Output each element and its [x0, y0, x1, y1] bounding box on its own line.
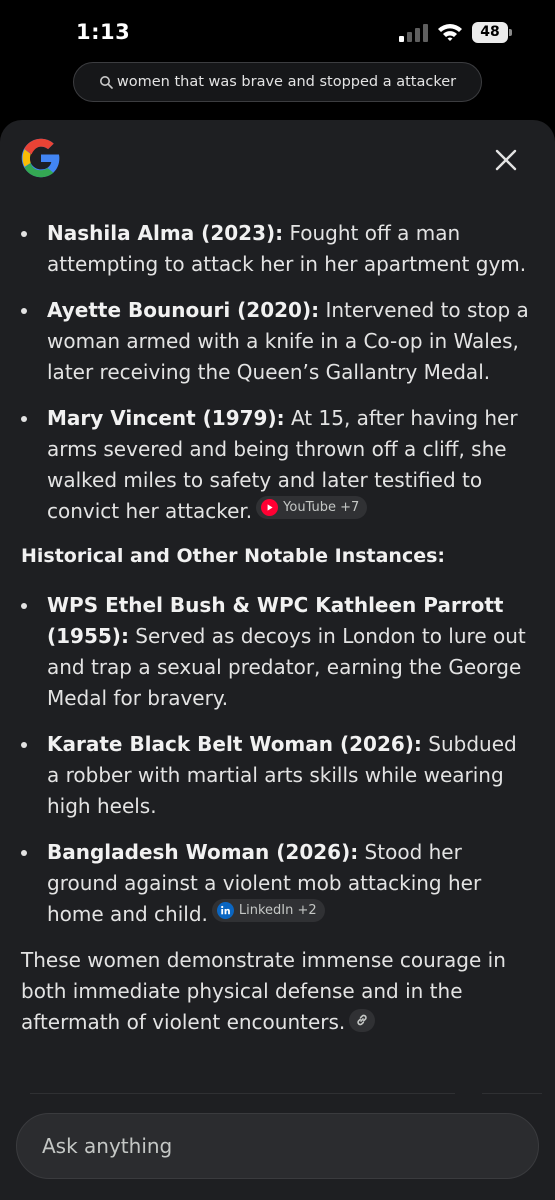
screen: 1:13 48 women that was brave and stopped… [0, 0, 555, 1200]
item-name: Mary Vincent (1979): [47, 406, 285, 430]
list-item: Ayette Bounouri (2020): Intervened to st… [0, 295, 555, 388]
summary-text: These women demonstrate immense courage … [21, 948, 506, 1034]
item-name: Ayette Bounouri (2020): [47, 298, 320, 322]
link-icon [357, 1014, 367, 1026]
ask-placeholder: Ask anything [42, 1134, 173, 1158]
search-query-text: women that was brave and stopped a attac… [116, 74, 457, 90]
linkedin-icon [216, 902, 234, 919]
close-button[interactable] [486, 142, 526, 178]
item-name: Bangladesh Woman (2026): [47, 840, 359, 864]
copy-link-button[interactable] [349, 1008, 376, 1032]
google-g-icon [21, 138, 60, 178]
status-time: 1:13 [76, 20, 131, 44]
item-name: Nashila Alma (2023): [47, 221, 284, 245]
source-chip-linkedin[interactable]: LinkedIn +2 [211, 899, 325, 922]
list-item: WPS Ethel Bush & WPC Kathleen Parrott (1… [0, 590, 555, 714]
list-item: Nashila Alma (2023): Fought off a man at… [0, 218, 555, 280]
close-icon [495, 149, 517, 171]
source-chip-label: LinkedIn +2 [238, 903, 317, 918]
cellular-signal-icon [399, 24, 428, 42]
search-query-pill[interactable]: women that was brave and stopped a attac… [73, 62, 482, 102]
source-chip-label: YouTube +7 [283, 500, 360, 515]
divider [30, 1093, 455, 1094]
bullet-list-recent: Nashila Alma (2023): Fought off a man at… [0, 218, 555, 527]
source-chip-youtube[interactable]: YouTube +7 [256, 496, 368, 519]
youtube-icon [261, 499, 279, 516]
battery-level: 48 [472, 22, 508, 43]
item-name: Karate Black Belt Woman (2026): [47, 732, 422, 756]
battery-indicator: 48 [472, 22, 512, 43]
list-item: Mary Vincent (1979): At 15, after having… [0, 403, 555, 527]
list-item: Karate Black Belt Woman (2026): Subdued … [0, 729, 555, 822]
bullet-list-historical: WPS Ethel Bush & WPC Kathleen Parrott (1… [0, 590, 555, 930]
search-icon [99, 76, 113, 89]
answer-content: Nashila Alma (2023): Fought off a man at… [0, 218, 555, 1038]
battery-nub [509, 29, 512, 36]
section-heading: Historical and Other Notable Instances: [21, 545, 446, 567]
list-item: Bangladesh Woman (2026): Stood her groun… [0, 837, 555, 930]
summary-paragraph: These women demonstrate immense courage … [0, 945, 555, 1038]
status-bar: 1:13 48 [0, 0, 555, 62]
ask-input[interactable]: Ask anything [16, 1113, 539, 1179]
divider [482, 1093, 542, 1094]
wifi-icon [438, 24, 462, 41]
